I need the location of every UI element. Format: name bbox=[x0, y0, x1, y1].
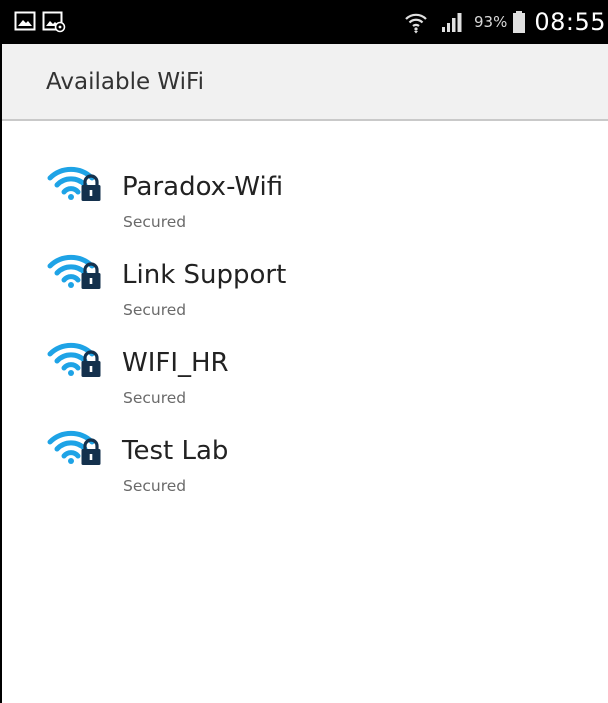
wifi-lock-icon bbox=[46, 252, 106, 292]
wifi-network-item[interactable]: WIFI_HR Secured bbox=[2, 336, 608, 424]
wifi-status-icon bbox=[404, 10, 428, 34]
wifi-network-status: Secured bbox=[123, 389, 187, 407]
signal-strength-icon bbox=[440, 10, 468, 34]
battery-icon bbox=[512, 10, 526, 34]
phone-screen: 93% 08:55 Available WiFi Paradox-Wifi Se… bbox=[0, 0, 608, 703]
wifi-network-name: WIFI_HR bbox=[122, 348, 229, 378]
wifi-network-status: Secured bbox=[123, 477, 187, 495]
wifi-network-status: Secured bbox=[123, 213, 187, 231]
wifi-network-name: Link Support bbox=[122, 260, 287, 290]
image-notification-icon bbox=[14, 11, 36, 31]
wifi-network-status: Secured bbox=[123, 301, 187, 319]
wifi-network-name: Test Lab bbox=[122, 436, 229, 466]
wifi-network-name: Paradox-Wifi bbox=[122, 172, 284, 202]
wifi-network-list: Paradox-Wifi Secured Link Support Secure… bbox=[2, 160, 608, 512]
wifi-lock-icon bbox=[46, 340, 106, 380]
wifi-network-item[interactable]: Paradox-Wifi Secured bbox=[2, 160, 608, 248]
app-bar: Available WiFi bbox=[2, 44, 608, 121]
battery-percent: 93% bbox=[473, 13, 508, 31]
wifi-lock-icon bbox=[46, 428, 106, 468]
page-title: Available WiFi bbox=[46, 69, 204, 95]
status-icons: 93% 08:55 bbox=[404, 0, 606, 44]
status-clock: 08:55 bbox=[534, 8, 606, 36]
screenshot-notification-icon bbox=[42, 11, 66, 33]
wifi-network-item[interactable]: Link Support Secured bbox=[2, 248, 608, 336]
status-bar: 93% 08:55 bbox=[2, 0, 608, 44]
wifi-network-item[interactable]: Test Lab Secured bbox=[2, 424, 608, 512]
wifi-lock-icon bbox=[46, 164, 106, 204]
